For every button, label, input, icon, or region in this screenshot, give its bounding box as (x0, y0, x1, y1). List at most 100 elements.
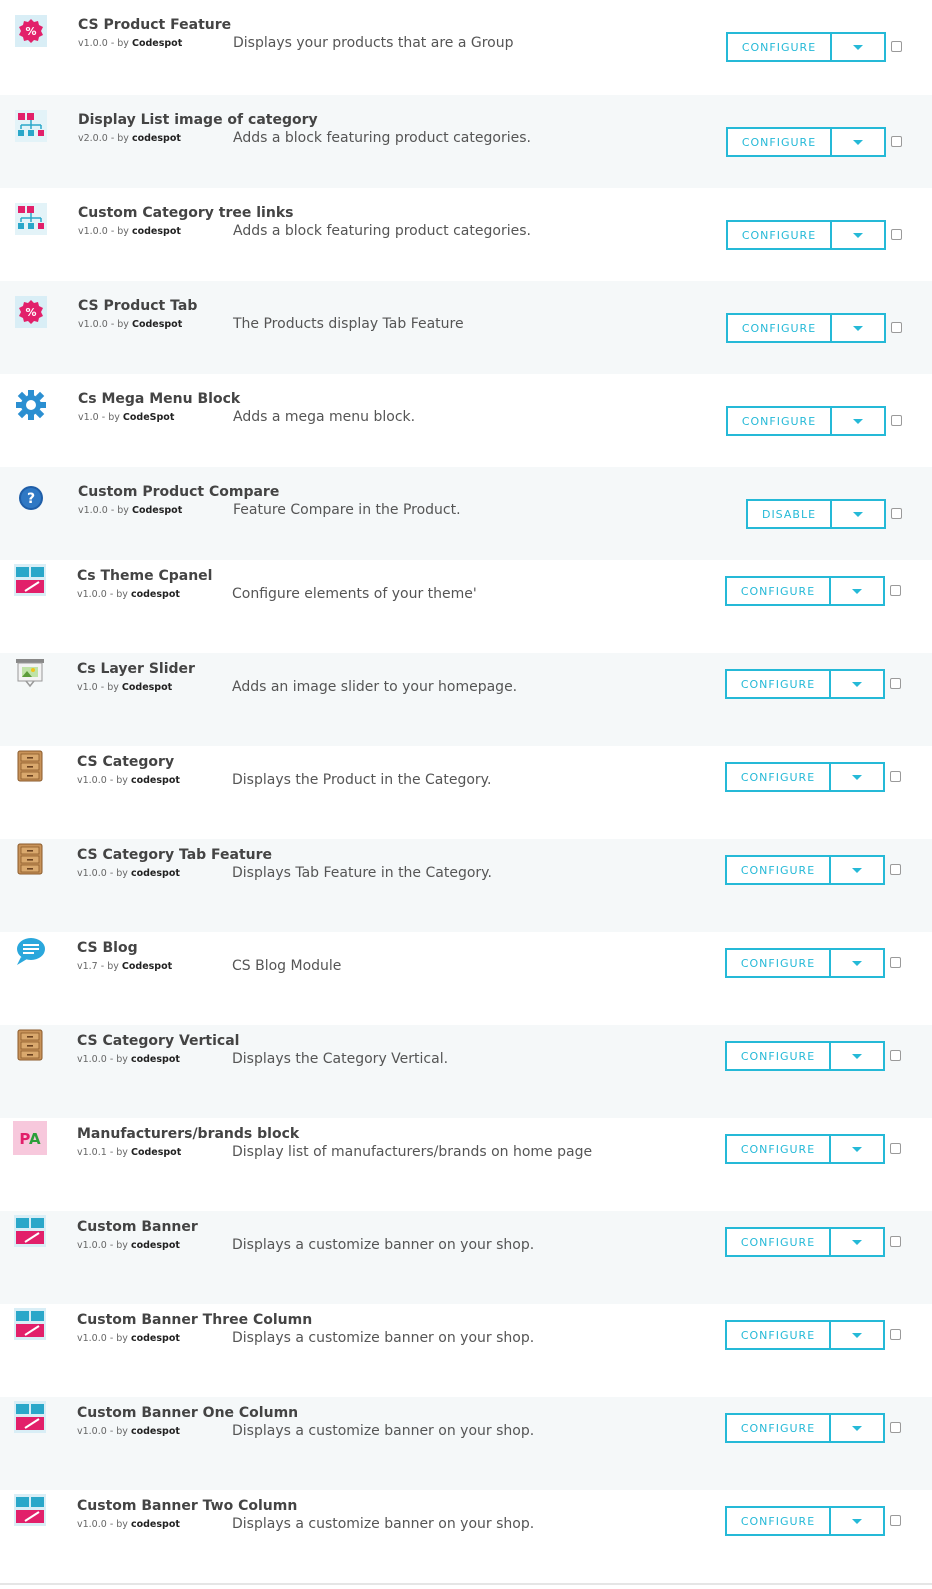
list-bottom-divider (0, 1583, 932, 1585)
svg-text:PA: PA (19, 1130, 41, 1148)
actions-dropdown-toggle[interactable] (831, 762, 885, 792)
module-row: % CS Product Tab v1.0.0 - by Codespot Th… (0, 281, 932, 374)
module-select-checkbox[interactable] (890, 1515, 901, 1526)
actions-dropdown-toggle[interactable] (831, 1134, 885, 1164)
module-name: Custom Banner One Column (77, 1405, 299, 1421)
module-author: codespot (130, 868, 180, 879)
configure-button[interactable]: CONFIGURE (725, 1320, 831, 1350)
configure-button[interactable]: CONFIGURE (726, 313, 832, 343)
module-author: codespot (131, 133, 181, 144)
module-version-author: v1.0.0 - by codespot (77, 1426, 180, 1437)
module-action-group: CONFIGURE (725, 1413, 885, 1443)
module-row: Cs Mega Menu Block v1.0 - by CodeSpot Ad… (0, 374, 932, 467)
module-select-checkbox[interactable] (890, 1236, 901, 1247)
configure-button[interactable]: CONFIGURE (725, 855, 831, 885)
actions-dropdown-toggle[interactable] (831, 669, 885, 699)
caret-down-icon (852, 681, 862, 687)
module-description: Display list of manufacturers/brands on … (232, 1144, 593, 1160)
actions-dropdown-toggle[interactable] (831, 855, 885, 885)
actions-dropdown-toggle[interactable] (831, 576, 885, 606)
module-select-checkbox[interactable] (890, 1329, 901, 1340)
disable-button[interactable]: DISABLE (746, 499, 832, 529)
module-select-checkbox[interactable] (891, 415, 902, 426)
configure-button[interactable]: CONFIGURE (725, 669, 831, 699)
module-action-group: DISABLE (746, 499, 886, 529)
module-version: v2.0.0 (78, 133, 108, 144)
slider-easel-icon (13, 656, 47, 690)
configure-button[interactable]: CONFIGURE (726, 220, 832, 250)
module-select-checkbox[interactable] (890, 1050, 901, 1061)
configure-button[interactable]: CONFIGURE (725, 1134, 831, 1164)
actions-dropdown-toggle[interactable] (832, 220, 886, 250)
caret-down-icon (853, 511, 863, 517)
module-select-checkbox[interactable] (891, 229, 902, 240)
actions-dropdown-toggle[interactable] (831, 1227, 885, 1257)
module-author: codespot (131, 226, 181, 237)
actions-dropdown-toggle[interactable] (832, 127, 886, 157)
actions-dropdown-toggle[interactable] (831, 1041, 885, 1071)
version-separator: - by (109, 1240, 128, 1251)
module-select-checkbox[interactable] (890, 864, 901, 875)
actions-dropdown-toggle[interactable] (831, 1506, 885, 1536)
module-version: v1.0.0 (77, 1426, 107, 1437)
pa-logo-icon: PA (13, 1121, 47, 1155)
banner-icon (13, 563, 47, 597)
actions-dropdown-toggle[interactable] (832, 313, 886, 343)
configure-button[interactable]: CONFIGURE (725, 1041, 831, 1071)
category-tree-icon (14, 109, 48, 143)
module-select-checkbox[interactable] (890, 1422, 901, 1433)
module-name: Manufacturers/brands block (77, 1126, 300, 1142)
configure-button[interactable]: CONFIGURE (726, 406, 832, 436)
module-action-group: CONFIGURE (726, 406, 886, 436)
module-version-author: v1.0.0 - by codespot (77, 1240, 180, 1251)
module-author: codespot (130, 1426, 180, 1437)
module-row: % CS Product Feature v1.0.0 - by Codespo… (0, 0, 932, 93)
module-description: Displays the Category Vertical. (232, 1051, 449, 1067)
module-select-checkbox[interactable] (891, 508, 902, 519)
module-version: v1.0.0 (77, 1519, 107, 1530)
actions-dropdown-toggle[interactable] (831, 1413, 885, 1443)
module-row: CS Category Tab Feature v1.0.0 - by code… (0, 839, 932, 932)
module-version: v1.0.0 (78, 226, 108, 237)
module-version-author: v1.0.0 - by Codespot (78, 38, 182, 49)
module-version-author: v1.0.0 - by codespot (77, 775, 180, 786)
module-select-checkbox[interactable] (890, 957, 901, 968)
discount-badge-icon: % (14, 295, 48, 329)
actions-dropdown-toggle[interactable] (832, 499, 886, 529)
actions-dropdown-toggle[interactable] (832, 406, 886, 436)
actions-dropdown-toggle[interactable] (831, 1320, 885, 1350)
configure-button[interactable]: CONFIGURE (725, 1506, 831, 1536)
module-select-checkbox[interactable] (890, 771, 901, 782)
caret-down-icon (852, 588, 862, 594)
module-description: The Products display Tab Feature (233, 316, 464, 332)
configure-button[interactable]: CONFIGURE (725, 762, 831, 792)
module-version: v1.0.1 (77, 1147, 107, 1158)
module-select-checkbox[interactable] (890, 678, 901, 689)
module-select-checkbox[interactable] (890, 1143, 901, 1154)
actions-dropdown-toggle[interactable] (831, 948, 885, 978)
module-version-author: v1.0.0 - by codespot (78, 226, 181, 237)
caret-down-icon (853, 232, 863, 238)
module-select-checkbox[interactable] (891, 136, 902, 147)
module-select-checkbox[interactable] (890, 585, 901, 596)
actions-dropdown-toggle[interactable] (832, 32, 886, 62)
configure-button[interactable]: CONFIGURE (726, 127, 832, 157)
configure-button[interactable]: CONFIGURE (726, 32, 832, 62)
module-version-author: v1.0.0 - by codespot (77, 1054, 180, 1065)
speech-bubble-icon (13, 935, 47, 969)
version-separator: - by (109, 589, 128, 600)
module-name: Cs Layer Slider (77, 661, 195, 677)
configure-button[interactable]: CONFIGURE (725, 948, 831, 978)
configure-button[interactable]: CONFIGURE (725, 1227, 831, 1257)
module-author: codespot (130, 775, 180, 786)
module-author: codespot (130, 1519, 180, 1530)
module-row: CS Category Vertical v1.0.0 - by codespo… (0, 1025, 932, 1118)
caret-down-icon (852, 1239, 862, 1245)
configure-button[interactable]: CONFIGURE (725, 576, 831, 606)
module-name: CS Category (77, 754, 175, 770)
module-select-checkbox[interactable] (891, 41, 902, 52)
configure-button[interactable]: CONFIGURE (725, 1413, 831, 1443)
module-select-checkbox[interactable] (891, 322, 902, 333)
svg-text:%: % (25, 306, 36, 319)
module-author: codespot (130, 1333, 180, 1344)
